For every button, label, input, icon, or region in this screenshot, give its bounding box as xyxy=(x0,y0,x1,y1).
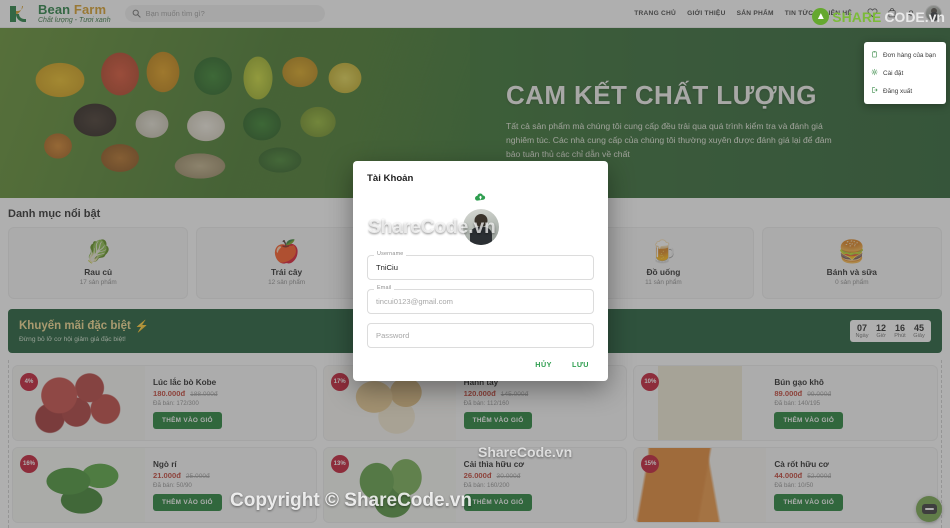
email-field-wrap: Email xyxy=(367,285,594,314)
username-label: Username xyxy=(374,251,407,257)
clipboard-icon xyxy=(871,50,878,60)
gear-icon xyxy=(871,68,878,78)
sharecode-logo-icon: ▲ xyxy=(812,8,830,25)
page-root: Bean Farm Chất lượng - Tươi xanh TRANG C… xyxy=(0,0,950,528)
email-input[interactable] xyxy=(367,289,594,314)
menu-item-label: Cài đặt xyxy=(883,69,904,77)
username-field-wrap: Username xyxy=(367,251,594,280)
password-field-wrap xyxy=(367,323,594,348)
menu-item-settings[interactable]: Cài đặt xyxy=(864,64,946,82)
cancel-button[interactable]: HỦY xyxy=(532,358,555,371)
watermark-brand-1: SHARE xyxy=(832,8,882,25)
menu-item-label: Đăng xuất xyxy=(883,87,913,95)
avatar-image[interactable] xyxy=(462,209,499,245)
save-button[interactable]: LƯU xyxy=(569,358,592,371)
email-label: Email xyxy=(374,285,395,291)
menu-item-orders[interactable]: Đơn hàng của bạn xyxy=(864,46,946,64)
modal-actions: HỦY LƯU xyxy=(367,358,594,371)
logout-icon xyxy=(871,86,878,96)
watermark-brand-logo: ▲ SHARE CODE.vn xyxy=(812,8,945,25)
modal-title: Tài Khoản xyxy=(367,173,414,184)
menu-item-logout[interactable]: Đăng xuất xyxy=(864,82,946,100)
cloud-upload-icon[interactable] xyxy=(474,190,487,208)
avatar-upload-zone[interactable] xyxy=(367,190,594,245)
username-input[interactable] xyxy=(367,255,594,280)
account-dropdown-menu: Đơn hàng của bạn Cài đặt Đăng xuất xyxy=(864,42,946,104)
password-input[interactable] xyxy=(367,323,594,348)
watermark-brand-2: CODE.vn xyxy=(884,8,945,25)
menu-item-label: Đơn hàng của bạn xyxy=(883,51,936,59)
account-modal: Tài Khoản Username Email HỦY LƯU xyxy=(353,161,608,381)
